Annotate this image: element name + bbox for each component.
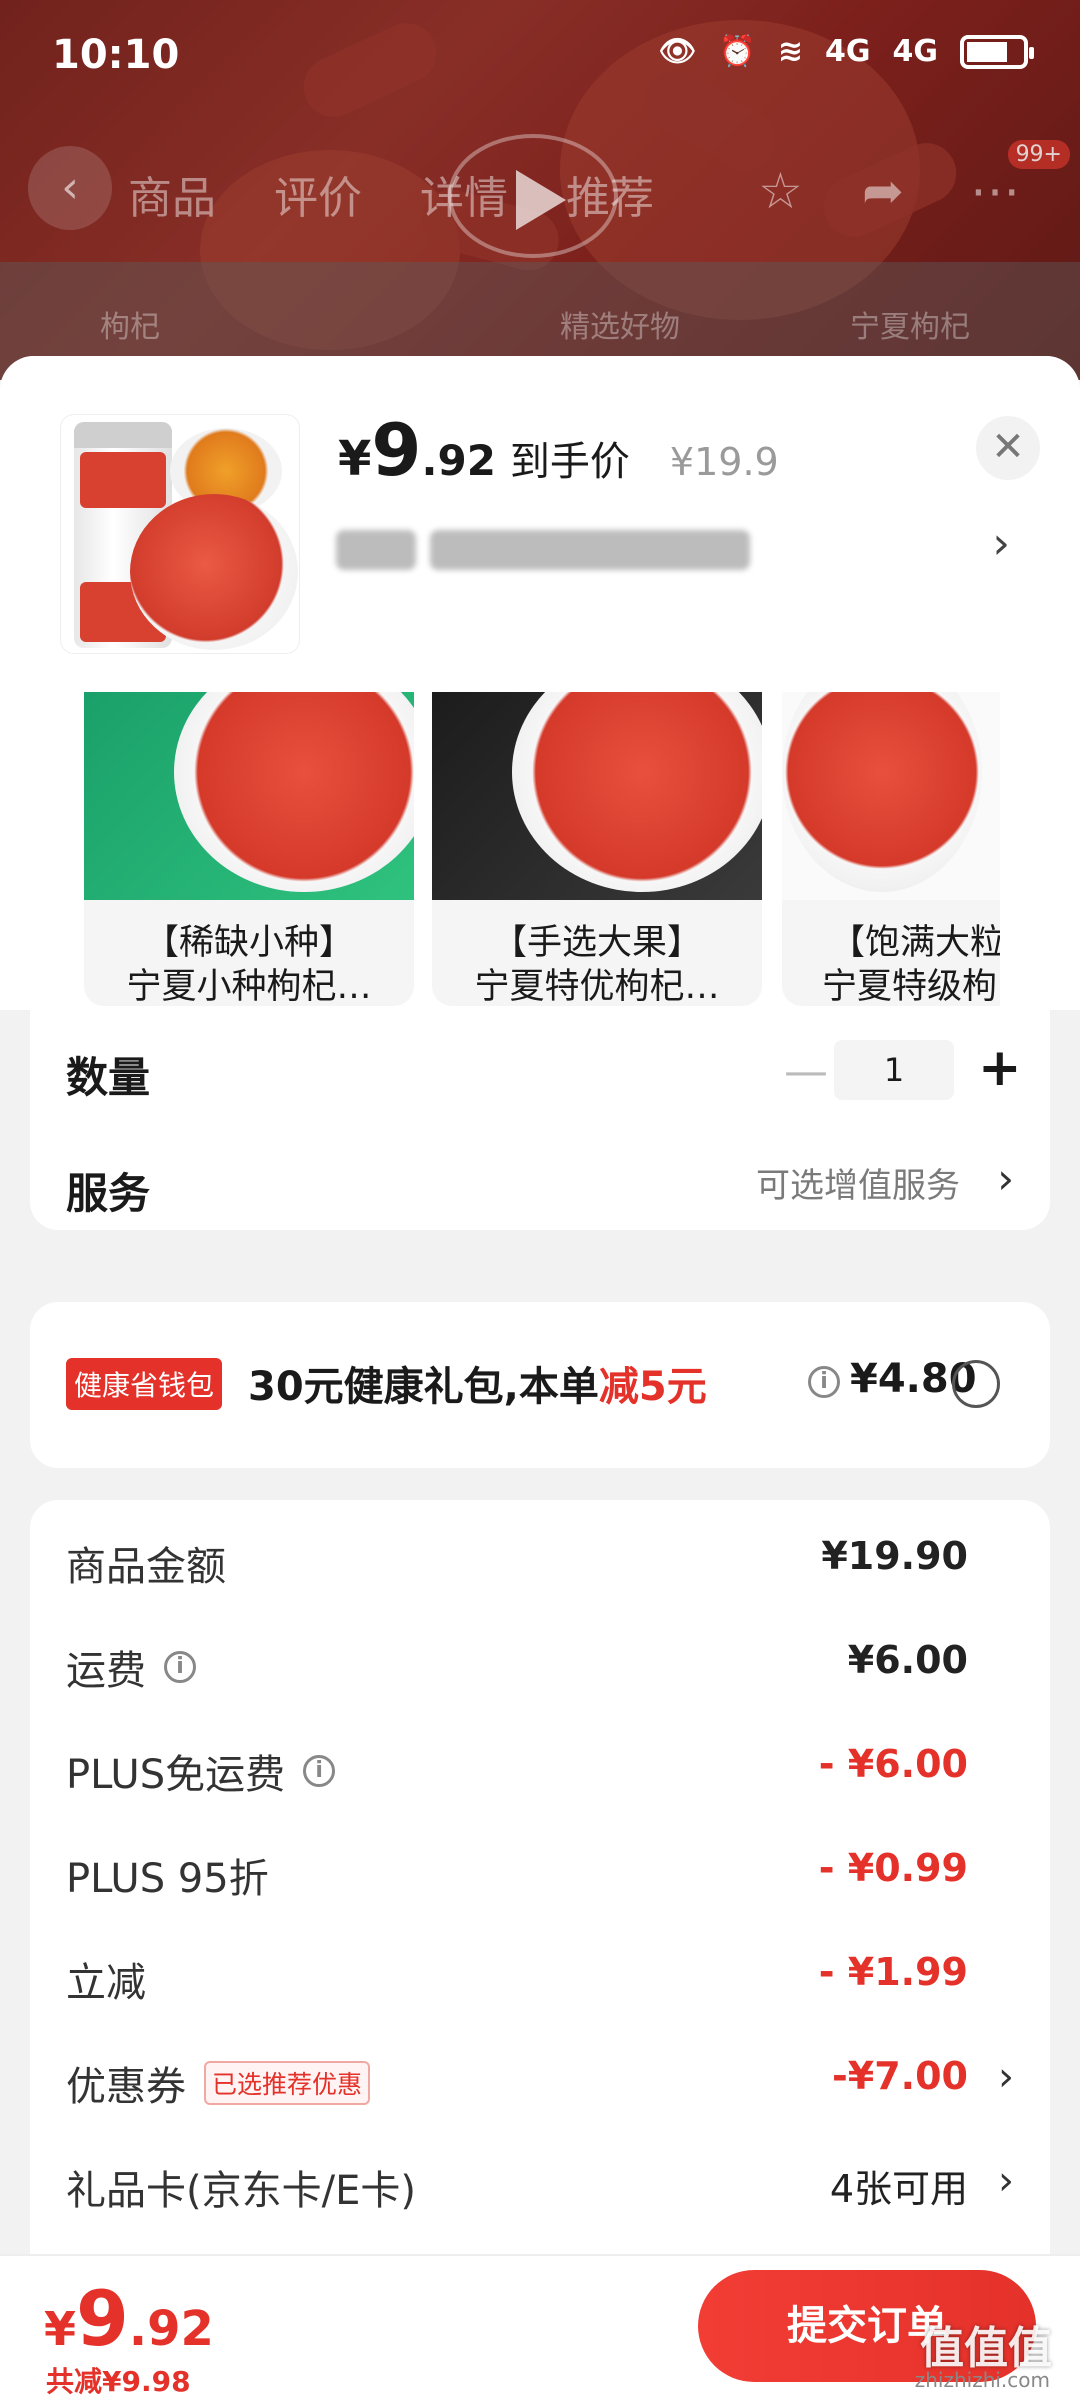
summary-row: PLUS 95折 - ¥0.99: [66, 1846, 1014, 1906]
summary-key: 商品金额: [66, 1544, 226, 1590]
quantity-increase-button[interactable]: +: [978, 1038, 1022, 1098]
product-top-nav: ‹ 商品 评价 详情 推荐 ☆ ➦ ⋯ 99+: [0, 134, 1080, 258]
variant-subtitle: 宁夏特优枸杞…: [474, 967, 720, 1006]
service-label: 服务: [66, 1169, 151, 1218]
watermark-logo: 值值值: [920, 2323, 1052, 2374]
variant-subtitle: 宁夏小种枸杞…: [126, 967, 372, 1006]
info-icon[interactable]: i: [164, 1651, 196, 1683]
promo-text: 30元健康礼包,本单减5元: [248, 1364, 707, 1410]
selected-spec-blurred[interactable]: [336, 528, 784, 572]
bg-sub-label-right: 宁夏枸杞: [850, 310, 970, 345]
summary-key: 立减: [66, 1960, 146, 2006]
quantity-decrease-button[interactable]: —: [784, 1046, 828, 1097]
price-label: 到手价: [509, 439, 630, 485]
price-currency: ¥: [338, 431, 372, 487]
gift-card-row[interactable]: 礼品卡(京东卡/E卡) 4张可用 ›: [66, 2158, 1014, 2218]
summary-row: 立减 - ¥1.99: [66, 1950, 1014, 2010]
variant-subtitle: 宁夏特级枸: [822, 967, 998, 1006]
summary-row: 商品金额 ¥19.90: [66, 1534, 1014, 1594]
summary-value: ¥19.90: [821, 1534, 968, 1578]
chevron-right-icon[interactable]: ›: [998, 2054, 1014, 2100]
close-button[interactable]: ✕: [976, 416, 1040, 480]
promo-card[interactable]: 健康省钱包 30元健康礼包,本单减5元 i ¥4.80: [30, 1302, 1050, 1468]
chevron-right-icon[interactable]: ›: [992, 518, 1010, 569]
summary-key: 礼品卡(京东卡/E卡): [66, 2168, 416, 2214]
quantity-label: 数量: [66, 1053, 151, 1102]
summary-key: PLUS 95折: [66, 1856, 269, 1902]
message-badge: 99+: [1007, 140, 1070, 169]
price-decimal: .92: [421, 436, 496, 485]
tab-reviews[interactable]: 评价: [274, 162, 362, 226]
status-bar: 10:10 👁 ⏰ ≋ 4G 4G: [0, 0, 1080, 110]
promo-badge: 健康省钱包: [66, 1358, 223, 1410]
chevron-right-icon[interactable]: ›: [998, 2158, 1014, 2204]
summary-key: 运费: [66, 1648, 146, 1694]
summary-value: - ¥6.00: [818, 1742, 968, 1786]
signal-icon-2: 4G: [892, 34, 939, 69]
summary-value: -¥7.00: [832, 2054, 968, 2098]
sheet-header: ¥ 9 .92 到手价 ¥19.9 ✕ ›: [0, 356, 1080, 692]
signal-icon: 4G: [825, 34, 871, 69]
watermark-url: zhizhizhi.com: [914, 2368, 1050, 2392]
share-icon[interactable]: ➦: [862, 162, 904, 220]
alarm-icon: ⏰: [718, 34, 756, 69]
info-icon[interactable]: i: [808, 1366, 840, 1398]
wifi-icon: ≋: [777, 34, 803, 69]
summary-value: - ¥0.99: [818, 1846, 968, 1890]
summary-value: 4张可用: [829, 2167, 968, 2211]
price-integer: 9: [371, 408, 422, 492]
bottom-bar: ¥ 9 .92 共减¥9.98 提交订单 值值值 zhizhizhi.com: [0, 2254, 1080, 2400]
coupon-row[interactable]: 优惠券 已选推荐优惠 -¥7.00 ›: [66, 2054, 1014, 2114]
summary-key: PLUS免运费: [66, 1752, 286, 1798]
variant-card[interactable]: 【手选大果】 宁夏特优枸杞…: [432, 692, 762, 1006]
bg-sub-label-left: 枸杞: [100, 310, 160, 345]
promo-select-radio[interactable]: [952, 1360, 1000, 1408]
variant-card[interactable]: 【饱满大粒 宁夏特级枸: [782, 692, 1000, 1006]
original-price: ¥19.9: [669, 440, 779, 484]
summary-row: PLUS免运费 i - ¥6.00: [66, 1742, 1014, 1802]
favorite-icon[interactable]: ☆: [758, 162, 803, 220]
order-sheet: ¥ 9 .92 到手价 ¥19.9 ✕ › 【稀缺小种】 宁夏小种枸杞… 【手选…: [0, 356, 1080, 2400]
chevron-right-icon[interactable]: ›: [997, 1154, 1014, 1203]
quantity-service-card: 数量 — 1 + 服务 可选增值服务 ›: [30, 1010, 1050, 1230]
quantity-input[interactable]: 1: [834, 1040, 954, 1100]
bg-sub-label-mid: 精选好物: [560, 310, 680, 345]
more-icon[interactable]: ⋯: [970, 162, 1020, 220]
summary-key: 优惠券: [66, 2064, 186, 2110]
variant-card[interactable]: 【稀缺小种】 宁夏小种枸杞…: [84, 692, 414, 1006]
service-value[interactable]: 可选增值服务: [756, 1158, 960, 1207]
battery-icon: [960, 34, 1034, 69]
status-time: 10:10: [52, 32, 180, 78]
total-saved: 共减¥9.98: [46, 2365, 191, 2398]
summary-value: ¥6.00: [847, 1638, 968, 1682]
tab-product[interactable]: 商品: [128, 162, 216, 226]
total-price: ¥ 9 .92: [44, 2274, 214, 2363]
summary-row: 运费 i ¥6.00: [66, 1638, 1014, 1698]
video-play-button[interactable]: [448, 134, 618, 258]
eye-icon: 👁: [658, 34, 697, 69]
info-icon[interactable]: i: [303, 1755, 336, 1787]
variant-list: 【稀缺小种】 宁夏小种枸杞… 【手选大果】 宁夏特优枸杞… 【饱满大粒 宁夏特级…: [0, 692, 1080, 1010]
coupon-tag: 已选推荐优惠: [204, 2061, 371, 2105]
summary-value: - ¥1.99: [818, 1950, 968, 1994]
product-price: ¥ 9 .92 到手价 ¥19.9: [338, 408, 779, 492]
product-thumbnail[interactable]: [60, 414, 300, 654]
back-button[interactable]: ‹: [28, 146, 112, 230]
